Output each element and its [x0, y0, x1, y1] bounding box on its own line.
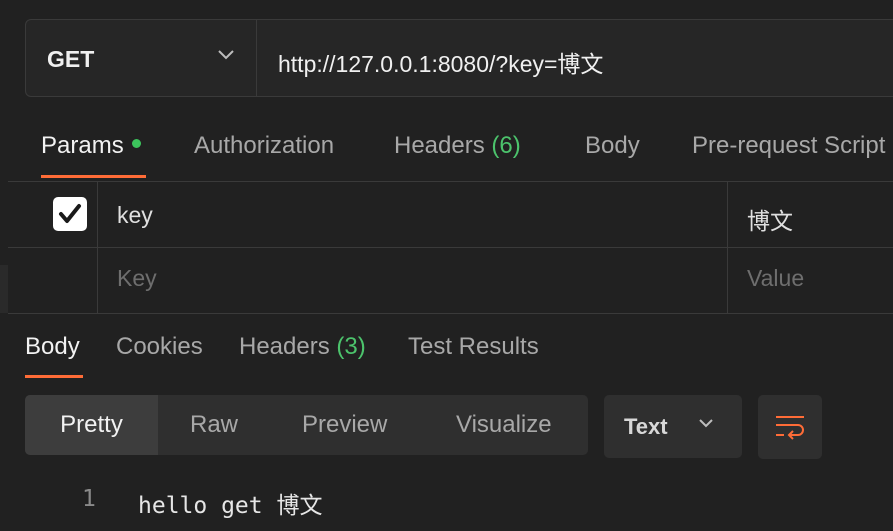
view-mode-preview[interactable]: Preview — [302, 395, 387, 455]
active-response-tab-indicator — [25, 375, 83, 378]
status-dot-icon — [131, 139, 141, 149]
checkmark-icon — [59, 204, 81, 223]
tab-headers-label: Headers — [394, 132, 485, 159]
url-input[interactable]: http://127.0.0.1:8080/?key=博文 — [278, 45, 603, 79]
table-divider — [8, 313, 893, 314]
param-enabled-checkbox[interactable] — [53, 197, 87, 231]
wrap-lines-button[interactable] — [758, 395, 822, 459]
headers-count: (6) — [491, 132, 521, 159]
url-bar: GET http://127.0.0.1:8080/?key=博文 — [25, 19, 893, 97]
format-dropdown[interactable]: Text — [604, 395, 742, 458]
tab-params-label: Params — [41, 132, 124, 159]
response-tab-headers[interactable]: Headers (3) — [239, 333, 366, 361]
new-param-value-input[interactable]: Value — [747, 265, 804, 292]
column-divider — [97, 182, 98, 313]
tab-headers[interactable]: Headers (6) — [394, 132, 521, 160]
tab-prerequest-script[interactable]: Pre-request Script — [692, 132, 885, 160]
chevron-down-icon — [699, 419, 713, 428]
active-tab-indicator — [41, 175, 146, 178]
response-tab-cookies[interactable]: Cookies — [116, 333, 203, 361]
tab-authorization[interactable]: Authorization — [194, 132, 334, 160]
tab-params[interactable]: Params — [41, 132, 141, 160]
param-key-cell[interactable]: key — [117, 202, 153, 229]
response-body-text: hello get 博文 — [138, 493, 323, 519]
table-divider — [8, 181, 893, 182]
chevron-down-icon — [218, 50, 234, 60]
view-mode-selector: Pretty Raw Preview Visualize — [25, 395, 588, 455]
column-divider — [727, 182, 728, 313]
new-param-key-input[interactable]: Key — [117, 265, 157, 292]
line-number: 1 — [82, 486, 96, 512]
response-tab-body[interactable]: Body — [25, 333, 80, 361]
method-label: GET — [47, 46, 95, 72]
format-label: Text — [624, 414, 668, 439]
param-value-cell[interactable]: 博文 — [747, 202, 793, 236]
response-headers-count: (3) — [336, 333, 366, 360]
view-mode-pretty[interactable]: Pretty — [25, 395, 158, 455]
side-handle — [0, 265, 8, 313]
tab-body[interactable]: Body — [585, 132, 640, 160]
table-divider — [8, 247, 893, 248]
response-tab-test-results[interactable]: Test Results — [408, 333, 539, 361]
view-mode-raw[interactable]: Raw — [190, 395, 238, 455]
wrap-lines-icon — [776, 416, 804, 440]
response-tab-headers-label: Headers — [239, 333, 330, 360]
method-dropdown[interactable]: GET — [26, 20, 257, 96]
view-mode-visualize[interactable]: Visualize — [456, 395, 552, 455]
